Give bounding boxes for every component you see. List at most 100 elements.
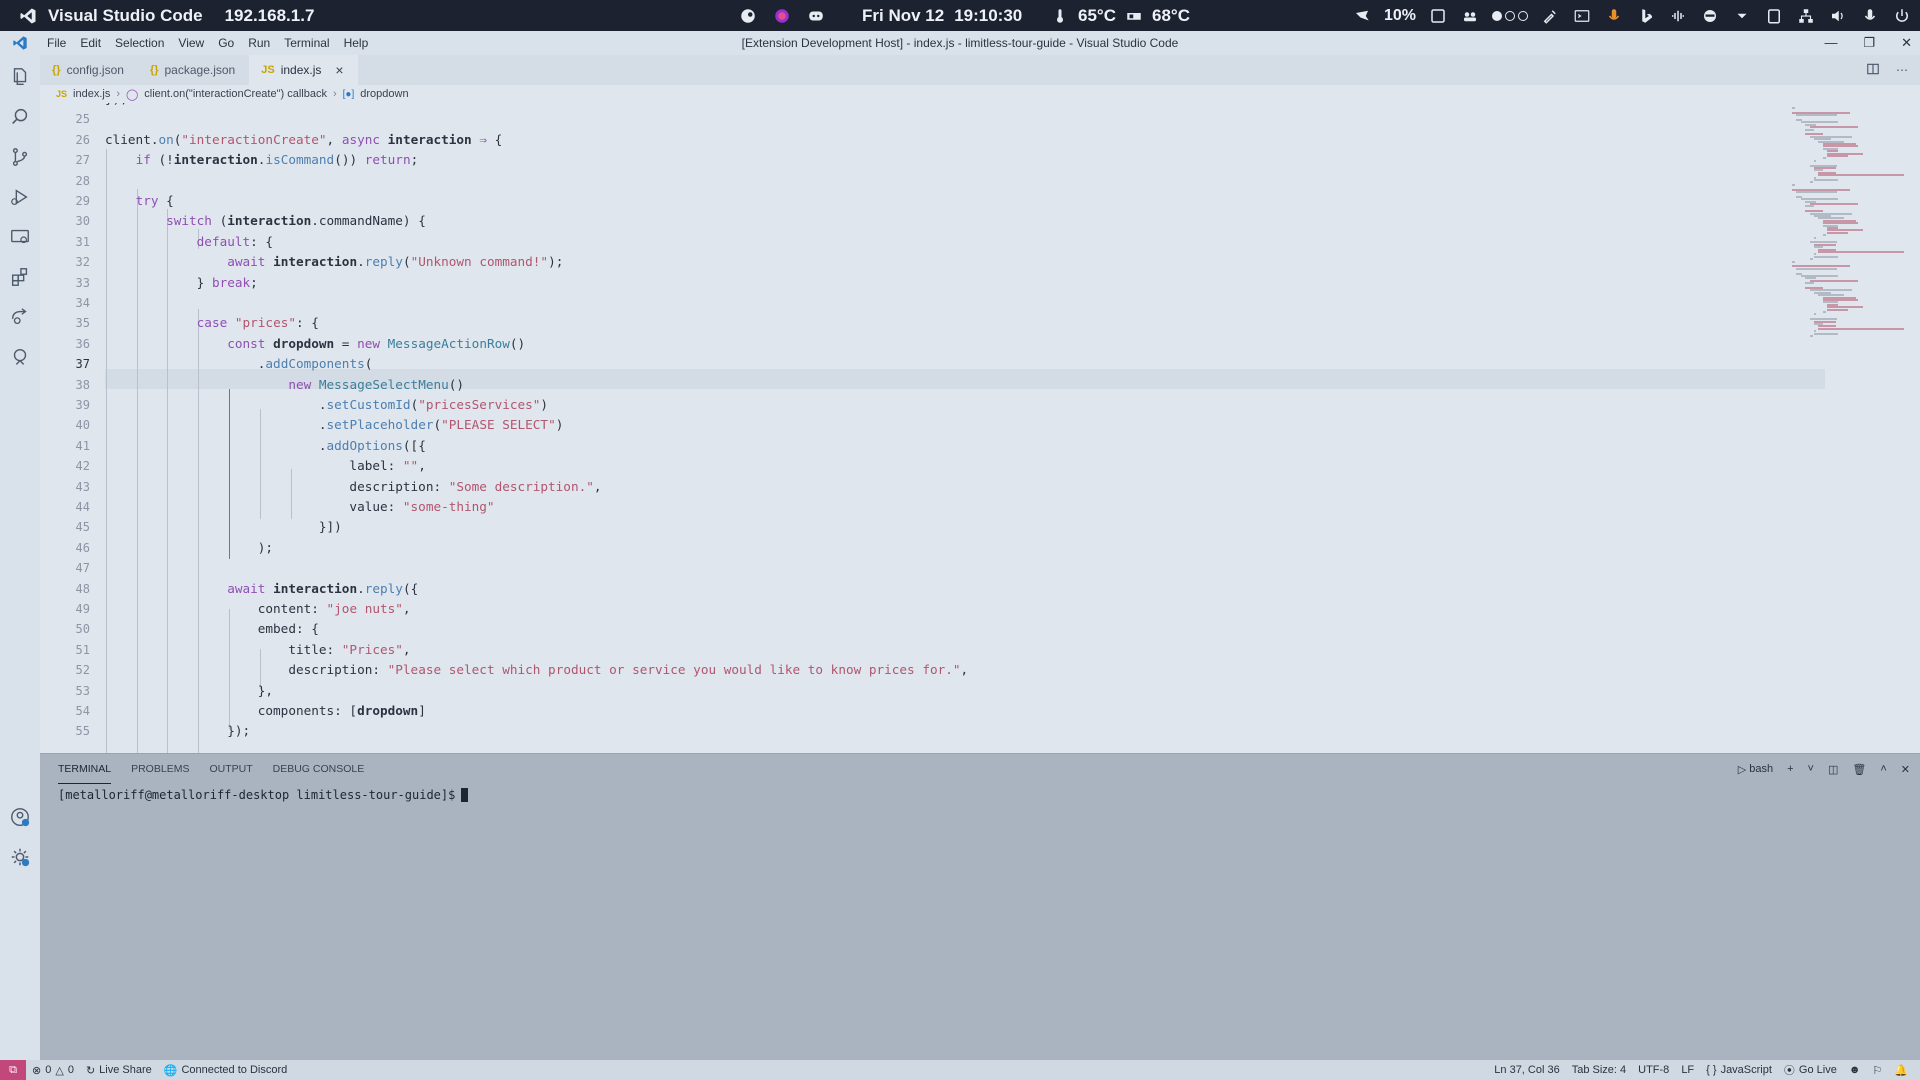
audio-wave-icon[interactable] — [1668, 6, 1688, 26]
close-window-icon[interactable]: ✕ — [1901, 35, 1912, 51]
code-line[interactable]: components: [dropdown] — [105, 701, 426, 721]
code-line[interactable]: case "prices": { — [105, 313, 319, 333]
clock[interactable]: Fri Nov 12 19:10:30 — [862, 0, 1022, 31]
remote-explorer-icon[interactable] — [8, 225, 32, 249]
end-of-line[interactable]: LF — [1675, 1064, 1700, 1076]
microphone-icon[interactable] — [1604, 6, 1624, 26]
code-line[interactable]: } break; — [105, 273, 258, 293]
notifications-bell-icon[interactable]: 🔔 — [1888, 1064, 1914, 1077]
volume-icon[interactable] — [1828, 6, 1848, 26]
search-icon[interactable] — [8, 105, 32, 129]
panel-tab-terminal[interactable]: TERMINAL — [58, 754, 112, 784]
code-line[interactable]: description: "Some description.", — [105, 477, 601, 497]
steam-icon[interactable] — [738, 6, 758, 26]
code-line[interactable]: }]) — [105, 517, 342, 537]
encoding[interactable]: UTF-8 — [1632, 1064, 1675, 1076]
new-terminal-icon[interactable]: + — [1787, 763, 1793, 775]
run-debug-icon[interactable] — [8, 185, 32, 209]
feedback-icon[interactable]: ⚐ — [1866, 1064, 1888, 1077]
menu-view[interactable]: View — [171, 36, 211, 50]
chevron-down-icon[interactable]: ˅ — [1808, 763, 1814, 775]
code-line[interactable]: description: "Please select which produc… — [105, 660, 968, 680]
tab-config-json[interactable]: {} config.json — [40, 55, 138, 85]
tab-size[interactable]: Tab Size: 4 — [1566, 1064, 1632, 1076]
menu-terminal[interactable]: Terminal — [277, 36, 336, 50]
code-line[interactable]: default: { — [105, 232, 273, 252]
discord-status[interactable]: 🌐 Connected to Discord — [158, 1064, 293, 1077]
menu-help[interactable]: Help — [337, 36, 376, 50]
code-line[interactable]: new MessageSelectMenu() — [105, 375, 464, 395]
breadcrumb-callback[interactable]: client.on("interactionCreate") callback — [144, 88, 327, 100]
tab-package-json[interactable]: {} package.json — [138, 55, 249, 85]
source-control-icon[interactable] — [8, 145, 32, 169]
close-tab-icon[interactable]: × — [335, 62, 343, 78]
minimap[interactable] — [1792, 103, 1910, 753]
code-line[interactable]: switch (interaction.commandName) { — [105, 211, 426, 231]
code-line[interactable]: .setPlaceholder("PLEASE SELECT") — [105, 415, 563, 435]
code-line[interactable]: title: "Prices", — [105, 640, 410, 660]
panel-tab-debug-console[interactable]: DEBUG CONSOLE — [273, 754, 365, 784]
breadcrumb-file[interactable]: index.js — [73, 88, 110, 100]
settings-gear-icon[interactable] — [8, 845, 32, 869]
terminal-output[interactable]: [metalloriff@metalloriff-desktop limitle… — [58, 788, 469, 802]
code-line[interactable]: try { — [105, 191, 174, 211]
minimize-icon[interactable]: — — [1824, 35, 1837, 51]
code-line[interactable]: if (!interaction.isCommand()) return; — [105, 150, 419, 170]
accounts-icon[interactable] — [8, 805, 32, 829]
panel-tab-problems[interactable]: PROBLEMS — [131, 754, 189, 784]
live-share-status[interactable]: ↻ Live Share — [80, 1064, 158, 1077]
go-live-button[interactable]: ⦿ Go Live — [1778, 1062, 1843, 1078]
code-line[interactable]: label: "", — [105, 456, 425, 476]
code-line[interactable]: content: "joe nuts", — [105, 599, 411, 619]
remote-indicator-icon[interactable]: ⧉ — [0, 1060, 26, 1080]
account-status-icon[interactable]: ☻ — [1843, 1064, 1867, 1076]
explorer-icon[interactable] — [8, 65, 32, 89]
split-terminal-icon[interactable]: ◫ — [1828, 763, 1838, 776]
extensions-icon[interactable] — [8, 265, 32, 289]
bing-icon[interactable] — [1636, 6, 1656, 26]
code-area[interactable]: }); client.on("interactionCreate", async … — [105, 103, 1825, 753]
panel-tab-output[interactable]: OUTPUT — [209, 754, 252, 784]
clipboard-icon[interactable] — [1764, 6, 1784, 26]
menu-go[interactable]: Go — [211, 36, 241, 50]
workspace-dots[interactable] — [1492, 10, 1528, 21]
tab-index-js[interactable]: JS index.js × — [249, 55, 358, 85]
close-panel-icon[interactable]: ✕ — [1901, 763, 1910, 776]
code-line[interactable]: .setCustomId("pricesServices") — [105, 395, 548, 415]
code-line[interactable]: await interaction.reply({ — [105, 579, 418, 599]
code-editor[interactable]: 24 25 26 27 28 29 30 31 32 33 34 35 36 37 38 39 40 41 42 43… — [40, 103, 1920, 753]
code-line[interactable]: ); — [105, 538, 273, 558]
network-icon[interactable] — [1796, 6, 1816, 26]
code-line[interactable]: embed: { — [105, 619, 319, 639]
code-line[interactable]: }, — [105, 681, 273, 701]
tour-guide-icon[interactable] — [8, 345, 32, 369]
chevron-down-icon[interactable] — [1732, 6, 1752, 26]
discord-icon[interactable] — [806, 6, 826, 26]
breadcrumb-symbol[interactable]: dropdown — [360, 88, 408, 100]
restore-icon[interactable]: ❐ — [1863, 35, 1875, 51]
live-share-icon[interactable] — [8, 305, 32, 329]
language-mode[interactable]: { } JavaScript — [1700, 1064, 1778, 1076]
cursor-position[interactable]: Ln 37, Col 36 — [1488, 1064, 1565, 1076]
problems-status[interactable]: ⊗ 0 △ 0 — [26, 1064, 80, 1077]
terminal-icon[interactable] — [1572, 6, 1592, 26]
shell-selector[interactable]: ▷ bash — [1738, 763, 1773, 776]
code-line[interactable]: const dropdown = new MessageActionRow() — [105, 334, 525, 354]
code-line[interactable]: }); — [105, 721, 250, 741]
code-line[interactable]: await interaction.reply("Unknown command… — [105, 252, 563, 272]
firefox-icon[interactable] — [772, 6, 792, 26]
color-picker-icon[interactable] — [1540, 6, 1560, 26]
code-line[interactable]: client.on("interactionCreate", async int… — [105, 130, 502, 150]
trash-icon[interactable]: 🗑 — [1852, 763, 1866, 776]
code-line[interactable]: .addComponents( — [105, 354, 373, 374]
menu-run[interactable]: Run — [241, 36, 277, 50]
maximize-panel-icon[interactable]: ˄ — [1880, 763, 1886, 775]
split-editor-icon[interactable] — [1866, 62, 1880, 79]
editor-scrollbar[interactable] — [1910, 103, 1920, 753]
power-icon[interactable] — [1892, 6, 1912, 26]
menu-file[interactable]: File — [40, 36, 73, 50]
more-actions-icon[interactable]: ⋯ — [1896, 63, 1908, 77]
menu-selection[interactable]: Selection — [108, 36, 171, 50]
workspaces-icon[interactable] — [1460, 6, 1480, 26]
code-line[interactable]: }); — [105, 103, 128, 109]
